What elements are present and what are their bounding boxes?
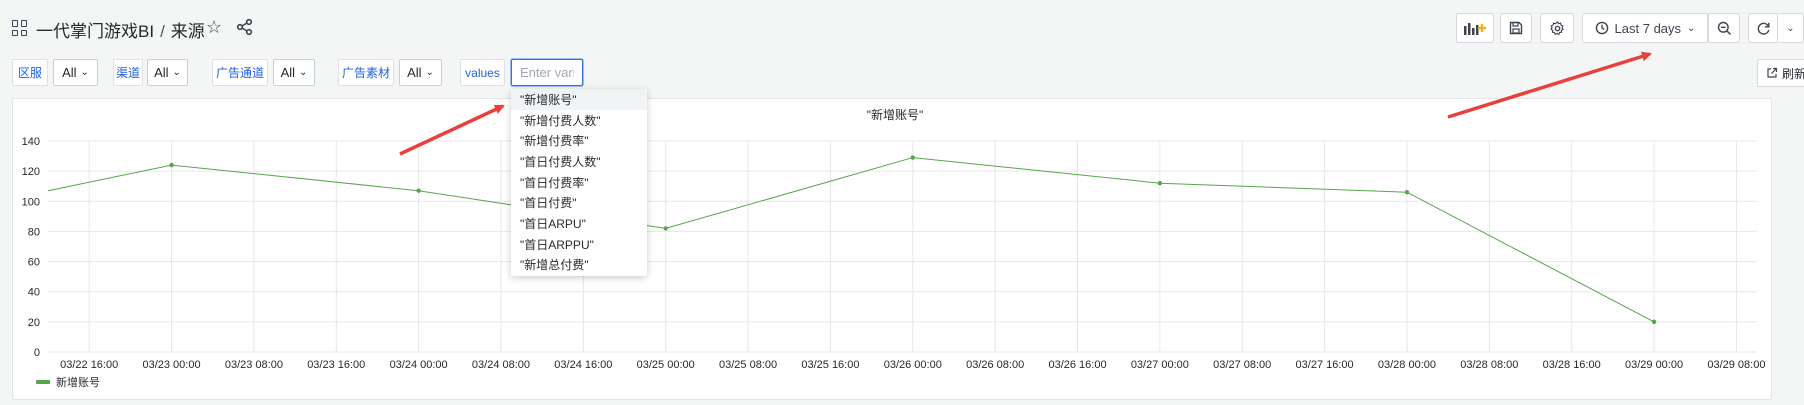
y-tick-label: 0: [34, 347, 40, 359]
line-chart[interactable]: 0 20 40 60 80 100 120 140 03/22 16:00 03/23 00:00…: [0, 0, 1804, 405]
data-point: [416, 188, 421, 193]
dropdown-option[interactable]: "新增总付费": [511, 255, 647, 276]
dropdown-option[interactable]: "首日ARPU": [511, 213, 647, 234]
data-point: [1651, 319, 1657, 325]
dropdown-option[interactable]: "首日付费": [511, 192, 647, 213]
dropdown-option[interactable]: "首日付费率": [511, 172, 647, 193]
x-tick-label: 03/27 16:00: [1296, 359, 1354, 371]
y-tick-label: 60: [28, 257, 40, 269]
y-tick-label: 120: [22, 166, 40, 178]
dropdown-option[interactable]: "首日付费人数": [511, 151, 647, 172]
dropdown-option[interactable]: "新增付费人数": [511, 110, 647, 131]
data-point: [910, 155, 915, 160]
x-tick-label: 03/29 00:00: [1625, 359, 1683, 371]
legend-series-name[interactable]: 新增账号: [56, 374, 100, 390]
y-tick-label: 80: [28, 226, 40, 238]
x-tick-label: 03/25 08:00: [719, 359, 777, 371]
dropdown-option[interactable]: "新增账号": [511, 89, 647, 110]
values-dropdown-menu: "新增账号" "新增付费人数" "新增付费率" "首日付费人数" "首日付费率" "首日付…: [511, 89, 647, 276]
x-tick-label: 03/24 00:00: [390, 359, 448, 371]
x-tick-label: 03/27 00:00: [1131, 359, 1189, 371]
x-tick-label: 03/26 16:00: [1048, 359, 1106, 371]
y-tick-label: 140: [22, 136, 40, 148]
chart-legend: 新增账号: [36, 374, 100, 390]
data-point: [663, 226, 668, 231]
x-tick-label: 03/28 00:00: [1378, 359, 1436, 371]
x-tick-label: 03/24 16:00: [554, 359, 612, 371]
y-tick-label: 100: [22, 196, 40, 208]
x-tick-label: 03/22 16:00: [60, 359, 118, 371]
y-tick-label: 20: [28, 317, 40, 329]
dropdown-option[interactable]: "首日ARPPU": [511, 234, 647, 255]
x-tick-label: 03/23 08:00: [225, 359, 283, 371]
x-tick-label: 03/27 08:00: [1213, 359, 1271, 371]
data-point: [1404, 190, 1410, 195]
x-tick-label: 03/28 16:00: [1543, 359, 1601, 371]
series-line: [47, 157, 1655, 323]
dropdown-option[interactable]: "新增付费率": [511, 130, 647, 151]
data-point: [1157, 181, 1163, 186]
x-tick-label: 03/28 08:00: [1460, 359, 1518, 371]
x-tick-label: 03/29 08:00: [1707, 359, 1765, 371]
x-tick-label: 03/23 00:00: [142, 359, 200, 371]
x-tick-label: 03/25 16:00: [801, 359, 859, 371]
y-tick-label: 40: [28, 287, 40, 299]
x-tick-label: 03/25 00:00: [637, 359, 695, 371]
data-point: [169, 162, 174, 168]
legend-swatch: [36, 380, 50, 384]
x-tick-label: 03/26 08:00: [966, 359, 1024, 371]
x-tick-label: 03/24 08:00: [472, 359, 530, 371]
x-tick-label: 03/23 16:00: [307, 359, 365, 371]
x-tick-label: 03/26 00:00: [884, 359, 942, 371]
